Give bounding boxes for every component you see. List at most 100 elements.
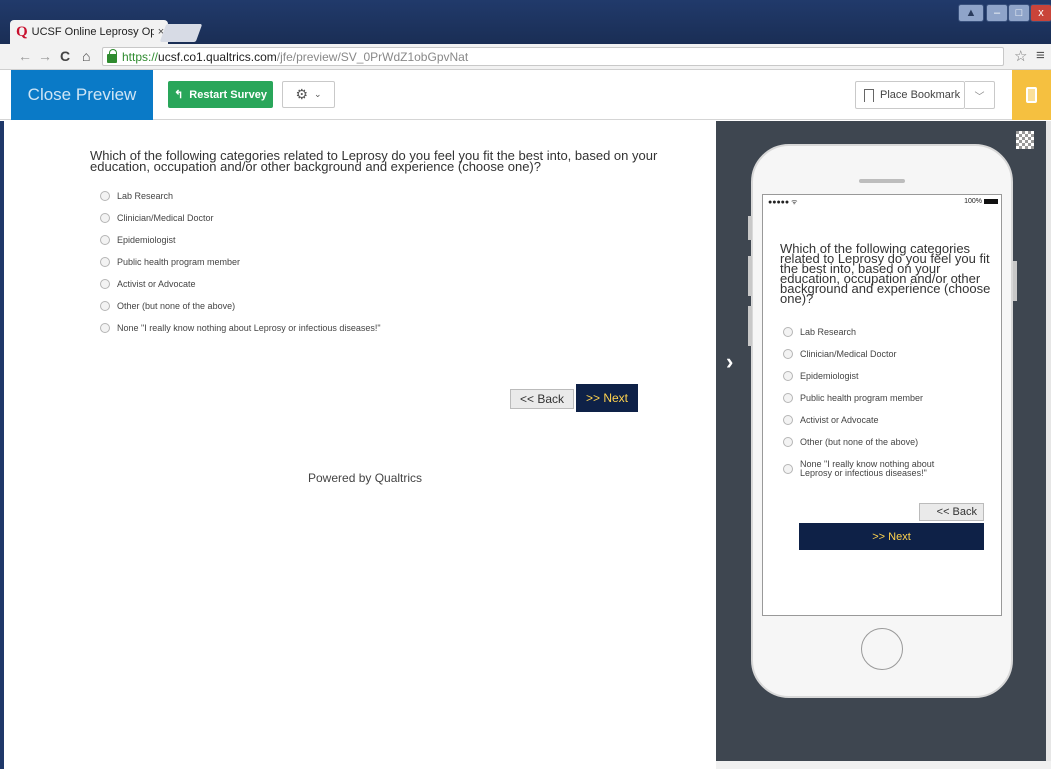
profile-icon[interactable]: ▲ — [958, 4, 984, 22]
mobile-choice-option[interactable]: Public health program member — [783, 387, 960, 409]
browser-titlebar: Q UCSF Online Leprosy Opir × ▲ – □ x — [0, 0, 1051, 44]
choice-label: Epidemiologist — [800, 370, 859, 381]
choice-label: Clinician/Medical Doctor — [117, 213, 214, 223]
mobile-choice-option[interactable]: None "I really know nothing about Lepros… — [783, 453, 960, 485]
vertical-scrollbar[interactable] — [1046, 121, 1051, 761]
gear-icon: ⚙ — [295, 86, 308, 102]
lock-icon — [107, 49, 117, 63]
radio-button[interactable] — [783, 349, 793, 359]
radio-button[interactable] — [100, 235, 110, 245]
mobile-choice-option[interactable]: Clinician/Medical Doctor — [783, 343, 960, 365]
radio-button[interactable] — [783, 464, 793, 474]
radio-button[interactable] — [783, 327, 793, 337]
choice-list: Lab Research Clinician/Medical Doctor Ep… — [100, 185, 381, 339]
url-path: /jfe/preview/SV_0PrWdZ1obGpvNat — [276, 49, 469, 64]
menu-icon[interactable]: ≡ — [1036, 47, 1045, 64]
radio-button[interactable] — [783, 393, 793, 403]
close-preview-button[interactable]: Close Preview — [11, 70, 153, 120]
phone-side-button — [748, 256, 752, 296]
phone-side-button — [1013, 261, 1017, 301]
close-window-icon[interactable]: x — [1030, 4, 1051, 22]
mobile-next-button[interactable]: >> Next — [799, 523, 984, 550]
phone-side-button — [748, 306, 752, 346]
choice-label: None "I really know nothing about Lepros… — [800, 459, 935, 478]
choice-label: Other (but none of the above) — [800, 436, 919, 447]
place-bookmark-label: Place Bookmark — [880, 89, 961, 101]
battery-icon — [984, 198, 998, 204]
choice-option[interactable]: Epidemiologist — [100, 229, 381, 251]
place-bookmark-button[interactable]: Place Bookmark — [855, 81, 965, 109]
choice-option[interactable]: Lab Research — [100, 185, 381, 207]
bookmark-dropdown-toggle[interactable]: ﹀ — [965, 81, 995, 109]
browser-tab[interactable]: Q UCSF Online Leprosy Opir × — [10, 20, 168, 44]
choice-label: Lab Research — [117, 191, 174, 201]
phone-screen: ●●●●● ᯤ 100% Which of the following cate… — [762, 194, 1002, 616]
mobile-preview-pane: › ●●●●● ᯤ 100% Which of the following ca… — [716, 121, 1051, 769]
radio-button[interactable] — [783, 437, 793, 447]
new-tab-button[interactable] — [159, 24, 203, 42]
radio-button[interactable] — [100, 191, 110, 201]
home-icon[interactable]: ⌂ — [82, 48, 90, 64]
choice-option[interactable]: Other (but none of the above) — [100, 295, 381, 317]
choice-label: Public health program member — [800, 392, 924, 403]
choice-label: Activist or Advocate — [117, 279, 196, 289]
choice-label: Lab Research — [800, 326, 857, 337]
choice-option[interactable]: None "I really know nothing about Lepros… — [100, 317, 381, 339]
horizontal-scrollbar[interactable] — [716, 761, 1051, 769]
radio-button[interactable] — [100, 301, 110, 311]
star-icon[interactable]: ☆ — [1014, 47, 1027, 65]
url-scheme: https:// — [122, 49, 159, 64]
mobile-choice-option[interactable]: Epidemiologist — [783, 365, 960, 387]
choice-option[interactable]: Public health program member — [100, 251, 381, 273]
maximize-icon[interactable]: □ — [1008, 4, 1030, 22]
phone-status-bar: ●●●●● ᯤ 100% — [768, 198, 998, 210]
back-icon[interactable]: ← — [18, 48, 32, 64]
mobile-preview-toggle[interactable] — [1012, 70, 1051, 120]
radio-button[interactable] — [100, 323, 110, 333]
browser-toolbar: ← → C ⌂ https:// ucsf.co1.qualtrics.com … — [0, 44, 1051, 70]
mobile-back-button[interactable]: << Back — [919, 503, 984, 521]
bookmark-icon — [864, 88, 874, 102]
settings-dropdown[interactable]: ⚙ ⌄ — [282, 81, 335, 108]
choice-label: Epidemiologist — [117, 235, 176, 245]
battery-indicator: 100% — [964, 198, 998, 210]
mobile-question-text: Which of the following categories relate… — [780, 241, 991, 306]
radio-button[interactable] — [783, 371, 793, 381]
preview-header: Close Preview ↰ Restart Survey ⚙ ⌄ Place… — [0, 70, 1051, 120]
next-button[interactable]: >> Next — [576, 384, 638, 412]
mobile-phone-icon — [1026, 87, 1037, 103]
qr-code-icon[interactable] — [1016, 131, 1034, 149]
choice-label: Other (but none of the above) — [117, 301, 236, 311]
survey-desktop-view: Which of the following categories relate… — [11, 121, 716, 769]
address-bar[interactable]: https:// ucsf.co1.qualtrics.com /jfe/pre… — [102, 47, 1004, 66]
radio-button[interactable] — [100, 213, 110, 223]
reload-icon[interactable]: C — [60, 48, 70, 64]
choice-option[interactable]: Clinician/Medical Doctor — [100, 207, 381, 229]
signal-wifi-icon: ●●●●● ᯤ — [768, 199, 798, 206]
forward-icon[interactable]: → — [38, 48, 52, 64]
collapse-preview-arrow-icon[interactable]: › — [726, 349, 733, 375]
minimize-icon[interactable]: – — [986, 4, 1008, 22]
choice-label: Activist or Advocate — [800, 414, 879, 425]
qualtrics-logo-icon: Q — [16, 23, 28, 40]
choice-option[interactable]: Activist or Advocate — [100, 273, 381, 295]
radio-button[interactable] — [100, 279, 110, 289]
window-edge — [0, 121, 4, 769]
radio-button[interactable] — [783, 415, 793, 425]
powered-by-footer: Powered by Qualtrics — [308, 471, 423, 485]
mobile-choice-option[interactable]: Activist or Advocate — [783, 409, 960, 431]
radio-button[interactable] — [100, 257, 110, 267]
restart-survey-button[interactable]: ↰ Restart Survey — [168, 81, 273, 108]
phone-frame: ●●●●● ᯤ 100% Which of the following cate… — [748, 144, 1017, 698]
mobile-choice-option[interactable]: Lab Research — [783, 321, 960, 343]
mobile-choice-list: Lab Research Clinician/Medical Doctor Ep… — [783, 321, 960, 485]
phone-speaker — [859, 179, 905, 183]
question-text: Which of the following categories relate… — [90, 148, 658, 174]
url-host: ucsf.co1.qualtrics.com — [158, 49, 277, 64]
restart-arrow-icon: ↰ — [174, 89, 184, 101]
mobile-choice-option[interactable]: Other (but none of the above) — [783, 431, 960, 453]
phone-side-button — [748, 216, 752, 240]
chevron-down-icon: ﹀ — [974, 91, 985, 103]
back-button[interactable]: << Back — [510, 389, 574, 409]
battery-label: 100% — [964, 198, 982, 205]
